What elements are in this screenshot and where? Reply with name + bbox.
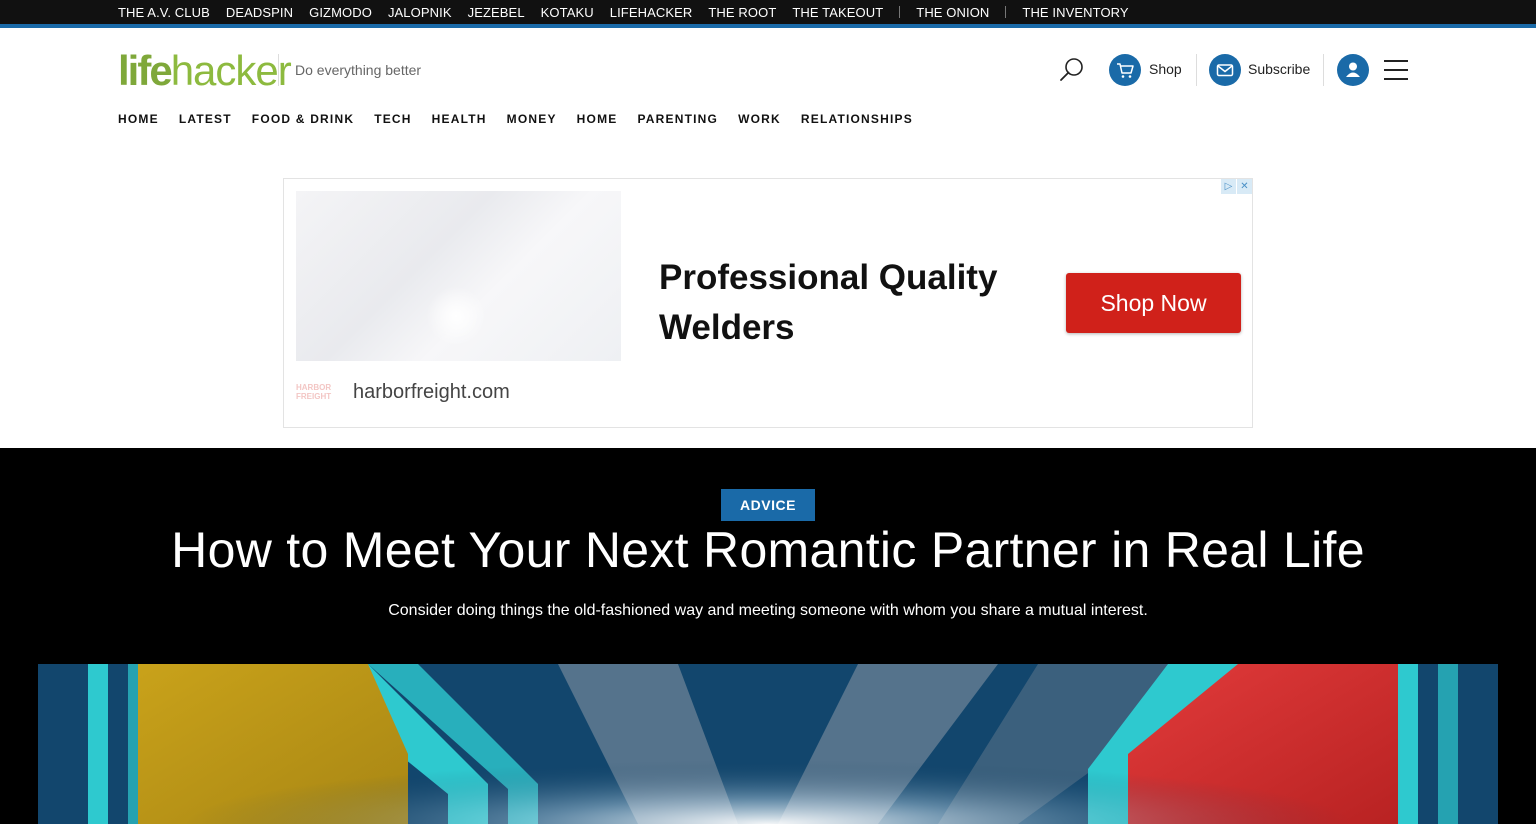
ad-image-spark — [426, 286, 486, 346]
nav-item-tech[interactable]: TECH — [374, 112, 411, 126]
nav-item-health[interactable]: HEALTH — [432, 112, 487, 126]
network-bar: THE A.V. CLUB DEADSPIN GIZMODO JALOPNIK … — [0, 0, 1536, 24]
ad-headline[interactable]: Professional Quality Welders — [659, 253, 1019, 353]
section-nav: HOME LATEST FOOD & DRINK TECH HEALTH MON… — [0, 112, 1536, 152]
subscribe-label[interactable]: Subscribe — [1248, 61, 1310, 77]
network-link-deadspin[interactable]: DEADSPIN — [226, 5, 293, 20]
adchoices-icon[interactable]: ▷ — [1221, 179, 1236, 194]
network-link-jezebel[interactable]: JEZEBEL — [468, 5, 525, 20]
network-divider — [899, 6, 901, 18]
site-logo[interactable]: life hacker — [118, 47, 292, 94]
hero-illustration — [38, 664, 1498, 824]
category-badge[interactable]: ADVICE — [721, 489, 815, 521]
site-header: life hacker Do everything better Shop Su… — [0, 28, 1536, 112]
network-link-gizmodo[interactable]: GIZMODO — [309, 5, 372, 20]
logo-text-hacker: hacker — [170, 47, 292, 94]
close-icon[interactable]: ✕ — [1237, 179, 1252, 194]
nav-item-home-2[interactable]: HOME — [577, 112, 618, 126]
ad-choices[interactable]: ▷ ✕ — [1220, 179, 1252, 194]
cart-icon — [1117, 63, 1134, 78]
article-hero: ADVICE How to Meet Your Next Romantic Pa… — [0, 448, 1536, 824]
hamburger-menu-button[interactable] — [1384, 60, 1408, 80]
logo-text-life: life — [118, 47, 173, 94]
account-button[interactable] — [1337, 54, 1369, 86]
user-icon — [1346, 62, 1360, 77]
nav-item-relationships[interactable]: RELATIONSHIPS — [801, 112, 913, 126]
network-link-lifehacker[interactable]: LIFEHACKER — [610, 5, 693, 20]
network-link-theonion[interactable]: THE ONION — [916, 5, 989, 20]
ad-container: Professional Quality Welders Shop Now HA… — [0, 152, 1536, 444]
ad-advertiser-logo: HARBOR FREIGHT — [296, 383, 332, 401]
nav-item-food-drink[interactable]: FOOD & DRINK — [252, 112, 354, 126]
network-link-avclub[interactable]: THE A.V. CLUB — [118, 5, 210, 20]
site-tagline: Do everything better — [295, 62, 422, 78]
network-link-thetakeout[interactable]: THE TAKEOUT — [792, 5, 883, 20]
article-title: How to Meet Your Next Romantic Partner i… — [171, 522, 1365, 578]
search-icon — [1060, 58, 1083, 81]
nav-item-latest[interactable]: LATEST — [179, 112, 232, 126]
network-link-kotaku[interactable]: KOTAKU — [541, 5, 594, 20]
search-button[interactable] — [1058, 56, 1086, 84]
shop-label[interactable]: Shop — [1149, 61, 1182, 77]
logo-divider — [278, 54, 279, 86]
subscribe-button[interactable] — [1209, 54, 1241, 86]
menu-line — [1384, 69, 1408, 71]
network-link-theroot[interactable]: THE ROOT — [708, 5, 776, 20]
network-divider — [1005, 6, 1007, 18]
article-dek: Consider doing things the old-fashioned … — [388, 602, 1148, 619]
header-divider — [1196, 54, 1197, 86]
hero-image — [38, 664, 1498, 824]
ad-image[interactable] — [296, 191, 621, 361]
ad-shop-now-button[interactable]: Shop Now — [1066, 273, 1241, 333]
envelope-icon — [1216, 64, 1234, 77]
network-link-theinventory[interactable]: THE INVENTORY — [1022, 5, 1128, 20]
nav-item-parenting[interactable]: PARENTING — [637, 112, 718, 126]
ad-domain[interactable]: harborfreight.com — [353, 381, 510, 404]
menu-line — [1384, 60, 1408, 62]
shop-button[interactable] — [1109, 54, 1141, 86]
nav-item-money[interactable]: MONEY — [507, 112, 557, 126]
display-ad[interactable]: Professional Quality Welders Shop Now HA… — [283, 178, 1253, 428]
network-link-jalopnik[interactable]: JALOPNIK — [388, 5, 452, 20]
nav-item-work[interactable]: WORK — [738, 112, 781, 126]
nav-item-home[interactable]: HOME — [118, 112, 159, 126]
menu-line — [1384, 78, 1408, 80]
header-divider — [1323, 54, 1324, 86]
